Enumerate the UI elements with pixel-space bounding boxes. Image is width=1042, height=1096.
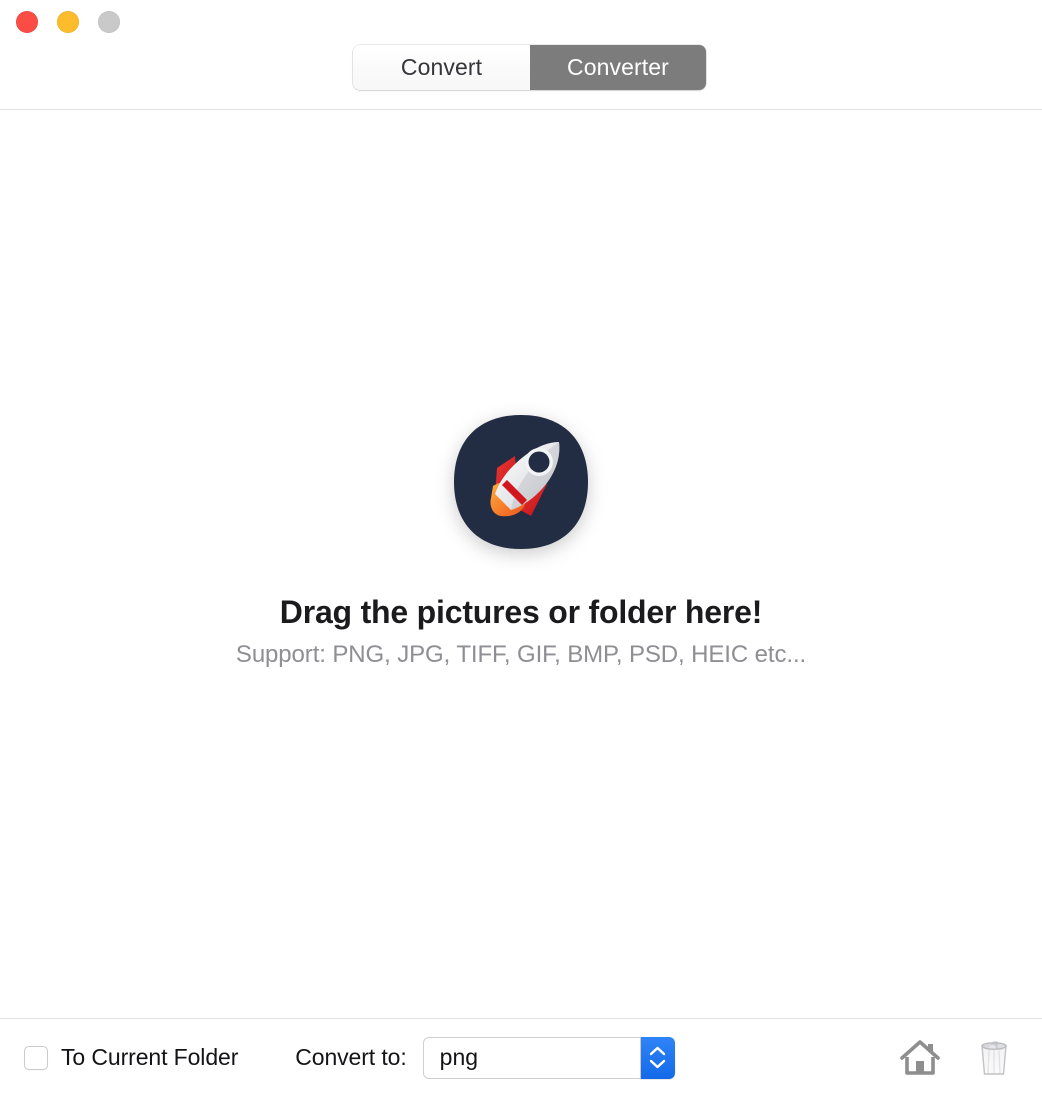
trash-button[interactable] [972,1036,1016,1080]
trash-icon [981,1040,1007,1075]
format-combobox[interactable]: png [422,1036,675,1079]
toolbar-actions [898,1036,1016,1080]
format-value[interactable]: png [422,1036,641,1079]
tab-convert[interactable]: Convert [353,45,530,90]
drop-zone[interactable]: Drag the pictures or folder here! Suppor… [0,110,1042,1018]
title-bar: Convert Converter [0,0,1042,110]
segmented-control: Convert Converter [353,45,706,90]
supported-formats-text: Support: PNG, JPG, TIFF, GIF, BMP, PSD, … [235,640,807,668]
to-current-folder-checkbox[interactable] [24,1045,48,1070]
chevron-up-icon [649,1046,666,1056]
bottom-toolbar: To Current Folder Convert to: png [0,1018,1042,1096]
to-current-folder-label: To Current Folder [61,1044,239,1070]
close-button[interactable] [16,11,38,33]
traffic-lights [16,11,120,33]
tab-converter[interactable]: Converter [530,45,706,90]
format-stepper[interactable] [640,1036,675,1079]
minimize-button[interactable] [57,11,79,33]
convert-to-label: Convert to: [295,1044,407,1070]
home-icon [900,1039,940,1075]
app-window: Convert Converter Drag the pictures or f… [0,0,1042,1096]
chevron-down-icon [649,1059,666,1069]
to-current-folder-row[interactable]: To Current Folder [24,1044,238,1071]
zoom-button[interactable] [98,11,120,33]
home-button[interactable] [898,1036,942,1080]
drop-title: Drag the pictures or folder here! [279,593,763,630]
rocket-app-icon [451,412,591,552]
